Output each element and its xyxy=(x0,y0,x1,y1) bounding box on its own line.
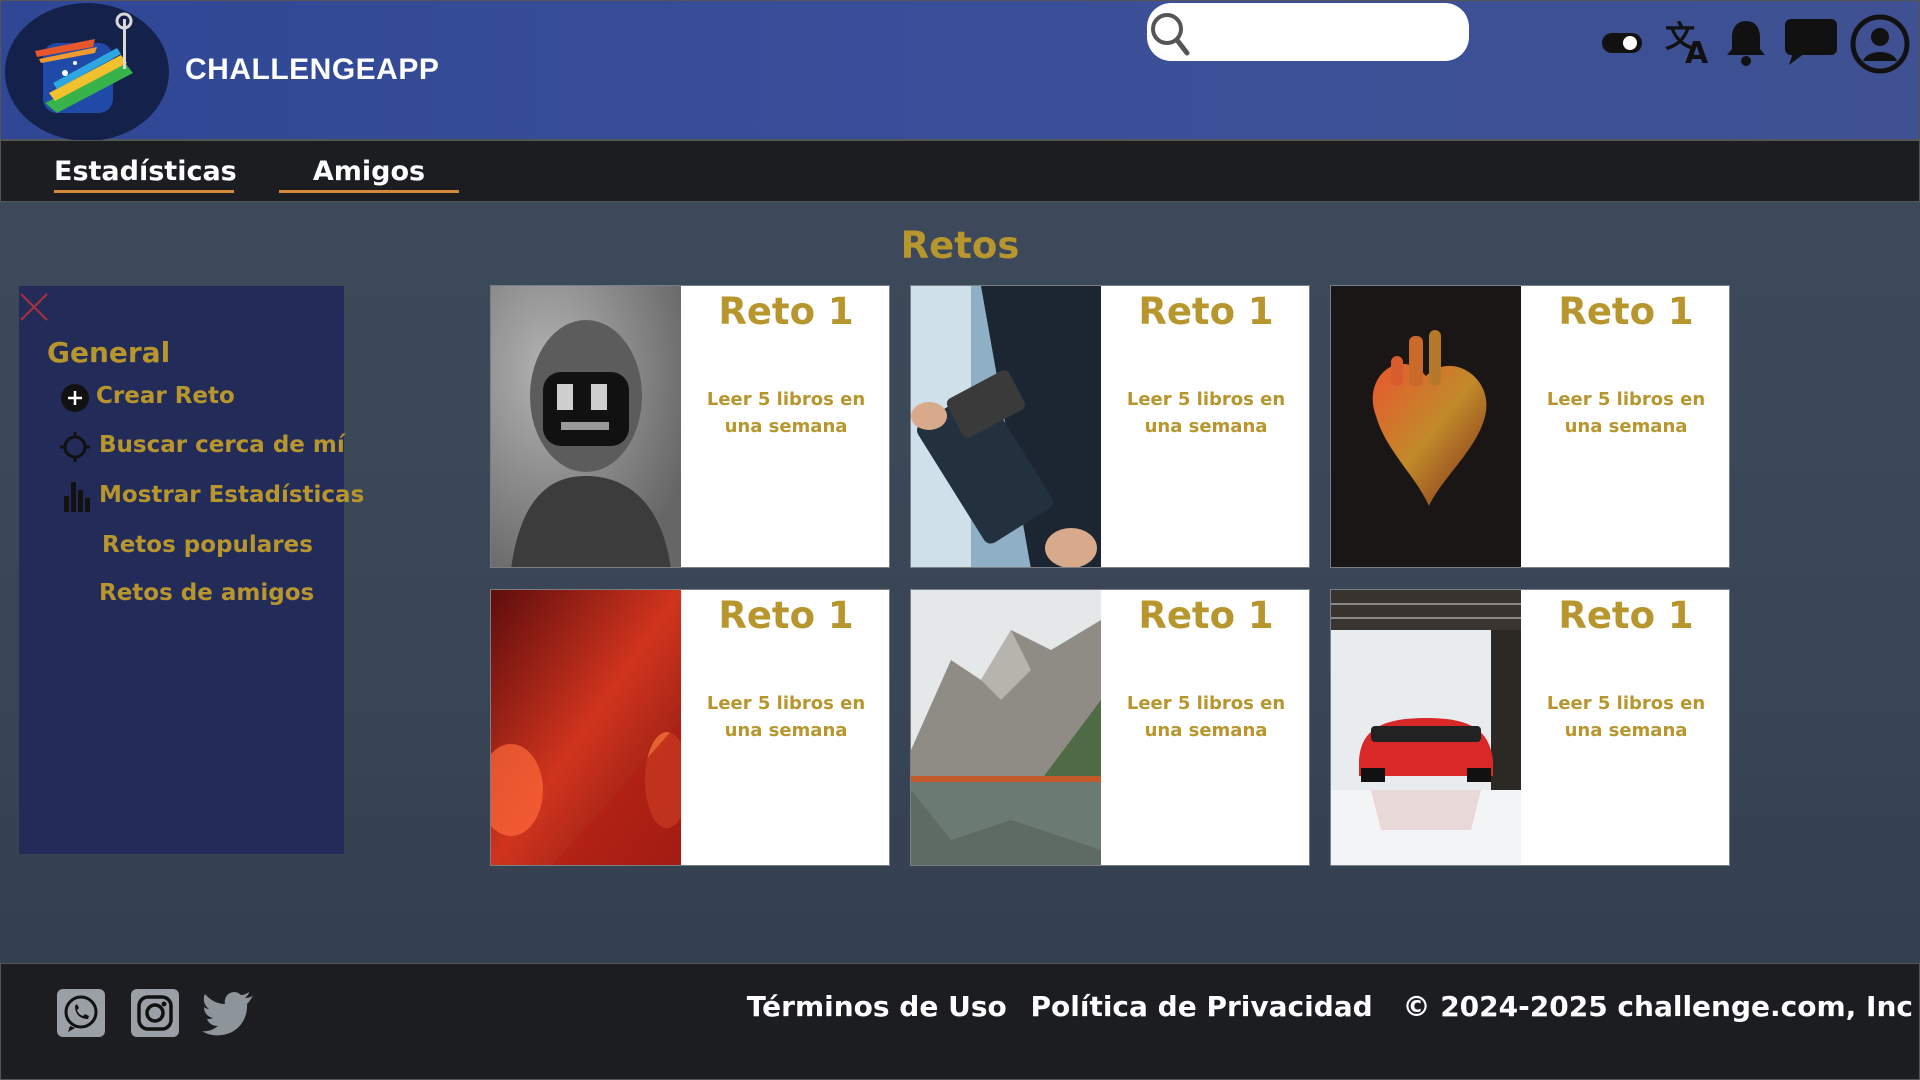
instagram-icon[interactable] xyxy=(130,988,180,1038)
crosshair-icon xyxy=(60,432,90,466)
card-title: Reto 1 xyxy=(1138,594,1274,637)
card-title: Reto 1 xyxy=(718,594,854,637)
card-description: Leer 5 libros en una semana xyxy=(1126,389,1286,437)
card-description: Leer 5 libros en una semana xyxy=(706,389,866,437)
sidebar-item-label: Crear Reto xyxy=(96,383,235,409)
sidebar-item-label: Buscar cerca de mí xyxy=(99,432,345,458)
card-image-mask-head xyxy=(491,286,681,567)
nav-item-amigos[interactable]: Amigos xyxy=(279,155,459,193)
footer-links: Términos de Uso Política de Privacidad ©… xyxy=(733,990,1913,1023)
page-title: Retos xyxy=(900,224,1020,267)
sidebar: General Crear Reto Buscar cerca de mí Mo… xyxy=(19,286,364,854)
card-title: Reto 1 xyxy=(1558,290,1694,333)
copyright-text: © 2024-2025 challenge.com, Inc xyxy=(1402,990,1913,1023)
card-description: Leer 5 libros en una semana xyxy=(1546,693,1706,741)
privacy-link[interactable]: Política de Privacidad xyxy=(1030,990,1372,1023)
chat-icon[interactable] xyxy=(1783,17,1839,71)
top-header: CHALLENGEAPP 文 A xyxy=(0,0,1920,141)
user-icon[interactable] xyxy=(1849,13,1911,79)
toggle-icon[interactable] xyxy=(1601,31,1643,59)
sidebar-heading: General xyxy=(47,336,171,369)
terms-link[interactable]: Términos de Uso xyxy=(747,990,1007,1023)
brand-name: CHALLENGEAPP xyxy=(185,53,440,86)
twitter-icon[interactable] xyxy=(201,988,253,1038)
bar-chart-icon xyxy=(63,480,91,516)
card-image-mountain xyxy=(911,590,1101,865)
card-description: Leer 5 libros en una semana xyxy=(1126,693,1286,741)
challenge-card[interactable]: Reto 1 Leer 5 libros en una semana xyxy=(490,285,890,568)
challenge-card[interactable]: Reto 1 Leer 5 libros en una semana xyxy=(1330,285,1730,568)
card-title: Reto 1 xyxy=(718,290,854,333)
card-image-red-abstract xyxy=(491,590,681,865)
card-description: Leer 5 libros en una semana xyxy=(706,693,866,741)
top-nav: Estadísticas Amigos xyxy=(0,140,1920,202)
challenge-card[interactable]: Reto 1 Leer 5 libros en una semana xyxy=(1330,589,1730,866)
sidebar-item-retos-amigos[interactable]: Retos de amigos xyxy=(99,580,314,606)
close-icon[interactable] xyxy=(19,292,49,322)
card-title: Reto 1 xyxy=(1138,290,1274,333)
challenge-card[interactable]: Reto 1 Leer 5 libros en una semana xyxy=(910,589,1310,866)
translate-icon[interactable]: 文 A xyxy=(1663,17,1715,71)
nav-item-estadisticas[interactable]: Estadísticas xyxy=(54,155,237,193)
card-title: Reto 1 xyxy=(1558,594,1694,637)
whatsapp-icon[interactable] xyxy=(56,988,106,1038)
search-icon xyxy=(1147,7,1195,61)
svg-text:A: A xyxy=(1685,36,1709,67)
footer: Términos de Uso Política de Privacidad ©… xyxy=(0,963,1920,1080)
bell-icon[interactable] xyxy=(1723,17,1769,71)
challenge-card[interactable]: Reto 1 Leer 5 libros en una semana xyxy=(490,589,890,866)
card-image-phone xyxy=(911,286,1101,567)
plus-circle-icon xyxy=(60,383,90,417)
search-bar[interactable] xyxy=(1147,3,1469,61)
search-input[interactable] xyxy=(1199,13,1449,51)
sidebar-item-label: Mostrar Estadísticas xyxy=(99,482,365,508)
app-logo[interactable] xyxy=(5,3,169,141)
card-description: Leer 5 libros en una semana xyxy=(1546,389,1706,437)
sidebar-item-retos-populares[interactable]: Retos populares xyxy=(102,532,313,558)
card-image-heart xyxy=(1331,286,1521,567)
challenge-card[interactable]: Reto 1 Leer 5 libros en una semana xyxy=(910,285,1310,568)
card-image-sports-car xyxy=(1331,590,1521,865)
